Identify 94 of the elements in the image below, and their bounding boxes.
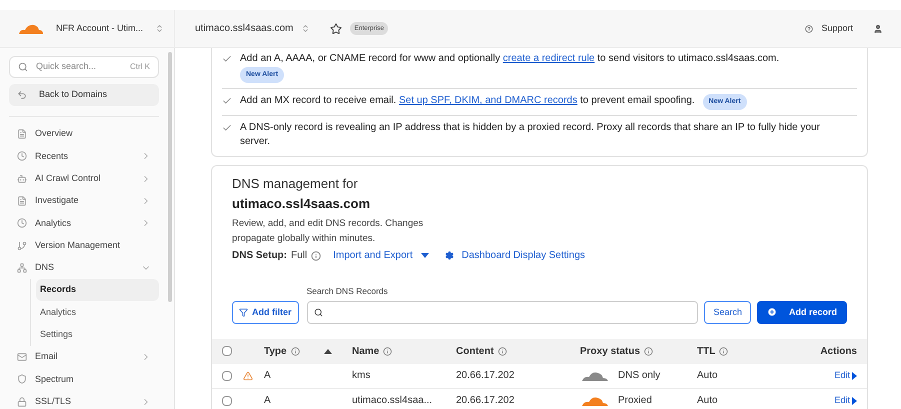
dns-domain: utimaco.ssl4saas.com	[232, 194, 372, 212]
sidebar-item[interactable]: Recents	[9, 145, 159, 168]
sidebar-item[interactable]: Investigate	[9, 190, 159, 212]
caret-icon	[852, 396, 857, 405]
sidebar-item[interactable]: AI Crawl Control	[9, 168, 159, 190]
column-header[interactable]: Proxy status	[580, 344, 697, 359]
info-icon	[498, 346, 507, 356]
back-button[interactable]: Back to Domains	[9, 84, 159, 106]
column-header[interactable]: TTL	[697, 344, 757, 359]
clock-icon	[17, 151, 27, 162]
dns-title: DNS management for	[232, 175, 359, 193]
column-header[interactable]: Type	[264, 344, 324, 359]
cloud-logo	[18, 22, 44, 34]
alert-link[interactable]: create a redirect rule	[502, 53, 595, 64]
dns-search-field[interactable]	[306, 300, 698, 324]
sidebar-item[interactable]: Analytics	[9, 212, 159, 234]
clock-icon	[17, 218, 27, 228]
column-header[interactable]: Content	[456, 344, 580, 359]
info-icon	[644, 346, 654, 356]
account-name[interactable]: NFR Account - Utim...	[56, 22, 144, 36]
alert-text: Add an MX record to receive email. Set up SPF, DKIM, and DMARC records to prevent email spoofing.	[240, 95, 695, 106]
search-button[interactable]: Search	[704, 300, 751, 324]
alert-text: A DNS-only record is revealing an IP address that is hidden by a proxied record. Proxy all records that share an IP to fully hide your server.	[240, 122, 820, 147]
add-filter-button[interactable]: Add filter	[232, 300, 298, 324]
add-record-button[interactable]: Add record	[756, 300, 847, 324]
scrollbar[interactable]	[168, 52, 172, 302]
sidebar-item[interactable]: Email	[9, 346, 159, 368]
display-settings-link[interactable]: Dashboard Display Settings	[462, 248, 586, 263]
domain-name[interactable]: utimaco.ssl4saas.com	[195, 21, 294, 36]
sidebar-subitem[interactable]: Settings	[36, 324, 159, 346]
mail-icon	[17, 352, 27, 362]
caret-icon	[852, 372, 857, 380]
warning-icon	[243, 370, 253, 381]
info-icon	[383, 346, 392, 356]
column-header[interactable]: Name	[352, 344, 456, 359]
sort-icon[interactable]	[324, 348, 332, 354]
table-cell-text: DNS only	[618, 369, 660, 384]
star-icon[interactable]	[330, 22, 342, 34]
table-cell-text: Proxied	[618, 394, 652, 408]
table-cell-text: Auto	[697, 394, 719, 408]
table-cell-text: A	[264, 369, 272, 384]
search-icon	[314, 308, 322, 317]
quick-search-input[interactable]: Quick search...	[36, 60, 130, 74]
sidebar-item[interactable]: SSL/TLS	[9, 390, 159, 409]
sidebar-subitem[interactable]: Analytics	[36, 301, 159, 324]
info-icon	[290, 346, 300, 356]
gear-icon	[444, 251, 454, 260]
branch-icon	[17, 240, 27, 251]
table-cell-text: utimaco.ssl4saa...	[352, 394, 434, 408]
filter-icon	[239, 308, 248, 317]
search-label: Search DNS Records	[306, 285, 389, 298]
setup-value: Full	[291, 249, 308, 263]
shortcut-hint: Ctrl K	[130, 61, 150, 73]
info-icon	[311, 250, 322, 260]
table-cell-text: kms	[352, 369, 372, 384]
user-icon[interactable]	[873, 24, 883, 34]
sidebar-item[interactable]: DNS	[9, 256, 159, 280]
lock-icon	[17, 396, 27, 407]
switch-icon[interactable]	[155, 24, 164, 33]
sidebar-subitem[interactable]: Records	[36, 279, 159, 302]
dns-description: Review, add, and edit DNS records. Changes propagate globally within minutes.	[232, 217, 424, 246]
alert-link[interactable]: Set up SPF, DKIM, and DMARC records	[398, 95, 578, 106]
robot-icon	[17, 174, 27, 184]
plus-icon	[766, 307, 777, 318]
edit-link[interactable]: Edit	[834, 369, 857, 382]
edit-link[interactable]: Edit	[834, 394, 857, 408]
search-icon	[18, 62, 28, 72]
shield-icon	[17, 374, 27, 384]
help-icon	[805, 24, 814, 32]
switch-icon[interactable]	[301, 24, 310, 33]
support-link[interactable]: Support	[821, 22, 853, 36]
sidebar-item[interactable]: Version Management	[9, 234, 159, 257]
setup-label: DNS Setup:	[232, 249, 287, 263]
document-icon	[17, 196, 27, 206]
table-cell-text: A	[264, 394, 272, 408]
column-header: Actions	[819, 344, 857, 359]
row-checkbox[interactable]	[222, 370, 232, 381]
check-icon	[222, 54, 232, 64]
select-all-checkbox[interactable]	[222, 346, 232, 356]
row-checkbox[interactable]	[222, 396, 232, 406]
info-icon	[719, 346, 728, 356]
table-cell-text: 20.66.17.202	[456, 369, 516, 384]
import-export-link[interactable]: Import and Export	[333, 248, 429, 263]
network-icon	[17, 262, 27, 273]
check-icon	[222, 96, 232, 106]
check-icon	[222, 123, 232, 133]
table-cell-text: Auto	[697, 369, 719, 384]
alert-text: Add an A, AAAA, or CNAME record for www and optionally create a redirect rule to send visitors to utimaco.ssl4saas.com.	[240, 53, 780, 64]
document-icon	[17, 129, 27, 140]
sidebar-item[interactable]: Overview	[9, 123, 159, 146]
back-icon	[17, 90, 27, 100]
caret-icon	[420, 253, 429, 258]
sidebar-item[interactable]: Spectrum	[9, 368, 159, 391]
table-cell-text: 20.66.17.202	[456, 394, 516, 408]
